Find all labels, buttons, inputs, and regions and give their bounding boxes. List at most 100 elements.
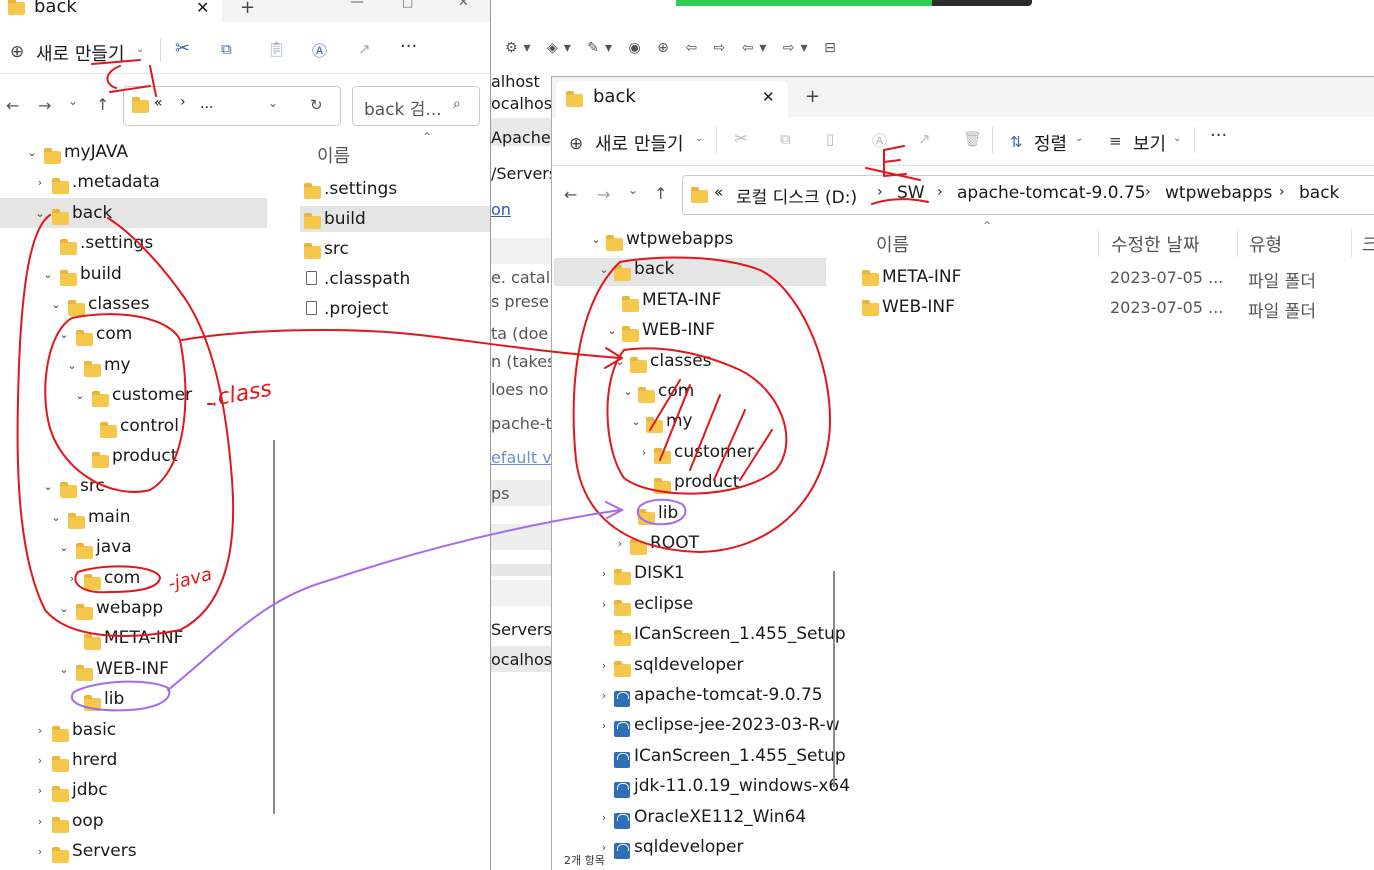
left-tree-item[interactable]: ⌄ customer — [0, 385, 267, 413]
file-list-item[interactable]: .project — [300, 298, 490, 326]
new-button[interactable]: 새로 만들기 — [595, 130, 684, 156]
details-row[interactable]: META-INF 2023-07-05 ... 파일 폴더 — [858, 267, 1368, 295]
share-icon[interactable]: ↗ — [358, 40, 371, 58]
copy-icon[interactable]: ⧉ — [780, 130, 791, 148]
right-tree-item[interactable]: ⌄ classes — [552, 351, 828, 379]
chevron-down-icon[interactable]: ⌄ — [58, 602, 70, 615]
breadcrumb-tomcat[interactable]: apache-tomcat-9.0.75 — [957, 183, 1146, 203]
eclipse-toolbar-icons[interactable]: ⚙▾ ◈▾ ✎▾ ◉ ⊕ ⇦ ⇨ ⇦▾ ⇨▾ ⊟ — [505, 40, 842, 56]
cut-icon[interactable]: ✂ — [175, 38, 190, 59]
chevron-right-icon[interactable]: › — [598, 598, 610, 611]
right-tree-item[interactable]: › ROOT — [552, 533, 828, 561]
chevron-down-icon[interactable]: ⌄ — [34, 207, 46, 220]
right-tree-item[interactable]: ⌄ my — [552, 411, 828, 439]
chevron-right-icon[interactable]: › — [614, 537, 626, 550]
details-row[interactable]: WEB-INF 2023-07-05 ... 파일 폴더 — [858, 297, 1368, 325]
chevron-down-icon[interactable]: ⌄ — [614, 355, 626, 368]
left-tree-item[interactable]: ⌄ src — [0, 476, 267, 504]
right-tree-item[interactable]: ⌄ back — [552, 259, 828, 287]
left-tree-item[interactable]: › basic — [0, 720, 267, 748]
right-tab[interactable]: back ✕ — [556, 81, 788, 117]
close-icon[interactable]: ✕ — [196, 0, 209, 17]
right-tree-item[interactable]: › apache-tomcat-9.0.75 — [552, 685, 828, 713]
chevron-down-icon[interactable]: ⌄ — [606, 324, 618, 337]
left-tree-item[interactable]: lib — [0, 689, 267, 717]
left-tree-item[interactable]: › com — [0, 568, 267, 596]
chevron-right-icon[interactable]: › — [598, 659, 610, 672]
forward-arrow-icon[interactable]: → — [38, 96, 51, 115]
minimize-icon[interactable]: — — [350, 0, 364, 10]
chevron-down-icon[interactable]: ⌄ — [58, 328, 70, 341]
left-tree-item[interactable]: ⌄ com — [0, 324, 267, 352]
left-tree-item[interactable]: ⌄ main — [0, 507, 267, 535]
column-header-size[interactable]: 크 — [1362, 231, 1374, 257]
chevron-right-icon[interactable]: › — [34, 845, 46, 858]
breadcrumb-back[interactable]: back — [1299, 183, 1339, 203]
left-tree-item[interactable]: control — [0, 416, 267, 444]
left-tree-item[interactable]: ⌄ back — [0, 203, 267, 231]
rename-icon[interactable]: Ⓐ — [312, 40, 327, 61]
right-tree-item[interactable]: › OracleXE112_Win64 — [552, 807, 828, 835]
refresh-icon[interactable]: ↻ — [310, 96, 323, 114]
left-tree-item[interactable]: META-INF — [0, 628, 267, 656]
right-tree-item[interactable]: › eclipse-jee-2023-03-R-w — [552, 715, 840, 743]
chevron-right-icon[interactable]: › — [66, 572, 78, 585]
chevron-down-icon[interactable]: ⌄ — [630, 415, 642, 428]
right-tree-item[interactable]: lib — [552, 503, 828, 531]
right-tree-item[interactable]: ICanScreen_1.455_Setup — [552, 746, 846, 774]
left-tree-item[interactable]: ⌄ build — [0, 264, 267, 292]
maximize-icon[interactable]: □ — [402, 0, 413, 9]
new-button[interactable]: 새로 만들기 — [36, 40, 125, 66]
left-nav-scrollbar[interactable] — [273, 440, 275, 814]
right-tree-item[interactable]: ICanScreen_1.455_Setup — [552, 624, 846, 652]
column-header-name[interactable]: 이름 — [317, 142, 350, 168]
chevron-down-icon[interactable]: ⌄ — [50, 511, 62, 524]
chevron-right-icon[interactable]: › — [34, 724, 46, 737]
chevron-down-icon[interactable]: ⌄ — [268, 96, 278, 110]
right-tree-item[interactable]: › eclipse — [552, 594, 828, 622]
breadcrumb-drive[interactable]: 로컬 디스크 (D:) — [736, 183, 857, 208]
new-tab-icon[interactable]: + — [240, 0, 255, 18]
left-tree-item[interactable]: .settings — [0, 233, 267, 261]
left-tree-item[interactable]: ⌄ my — [0, 355, 267, 383]
right-tree-item[interactable]: › customer — [552, 442, 828, 470]
chevron-right-icon[interactable]: › — [34, 176, 46, 189]
left-tree-item[interactable]: ⌄ webapp — [0, 598, 267, 626]
column-header-name[interactable]: 이름 — [876, 231, 909, 257]
left-tree-item[interactable]: ⌄ classes — [0, 294, 267, 322]
column-header-date[interactable]: 수정한 날짜 — [1111, 231, 1200, 257]
chevron-right-icon[interactable]: › — [34, 815, 46, 828]
window-close-icon[interactable]: ✕ — [458, 0, 469, 10]
chevron-down-icon[interactable]: ⌄ — [66, 359, 78, 372]
breadcrumb-sw[interactable]: SW — [897, 183, 925, 203]
new-tab-icon[interactable]: + — [805, 86, 820, 107]
file-list-item[interactable]: .classpath — [300, 268, 490, 296]
view-button[interactable]: 보기 — [1133, 130, 1166, 156]
left-tab[interactable]: back ✕ — [0, 0, 222, 22]
right-tree-item[interactable]: › DISK1 — [552, 563, 828, 591]
left-tree-item[interactable]: › hrerd — [0, 750, 267, 778]
forward-arrow-icon[interactable]: → — [597, 185, 610, 204]
left-tree-item[interactable]: ⌄ myJAVA — [0, 142, 267, 170]
left-tree-item[interactable]: › .metadata — [0, 172, 267, 200]
chevron-right-icon[interactable]: › — [598, 567, 610, 580]
paste-icon[interactable]: ▯ — [826, 130, 834, 148]
left-tree-item[interactable]: product — [0, 446, 267, 474]
rename-icon[interactable]: Ⓐ — [872, 130, 887, 151]
file-list-item[interactable]: .settings — [300, 178, 490, 206]
more-icon[interactable]: ··· — [400, 36, 417, 57]
chevron-right-icon[interactable]: › — [34, 784, 46, 797]
chevron-right-icon[interactable]: › — [34, 754, 46, 767]
chevron-down-icon[interactable]: ⌄ — [42, 480, 54, 493]
right-tree-item[interactable]: ⌄ com — [552, 381, 828, 409]
up-arrow-icon[interactable]: ↑ — [654, 184, 667, 203]
right-tree-item[interactable]: jdk-11.0.19_windows-x64 — [552, 776, 850, 804]
file-list-item[interactable]: build — [300, 208, 490, 236]
eclipse-link[interactable]: efault v — [491, 448, 552, 467]
right-tree-item[interactable]: › sqldeveloper — [552, 655, 828, 683]
right-tree-item[interactable]: META-INF — [552, 290, 828, 318]
chevron-right-icon[interactable]: › — [598, 689, 610, 702]
cut-icon[interactable]: ✂ — [734, 129, 748, 149]
chevron-down-icon[interactable]: ⌄ — [58, 663, 70, 676]
left-tree-item[interactable]: ⌄ WEB-INF — [0, 659, 267, 687]
